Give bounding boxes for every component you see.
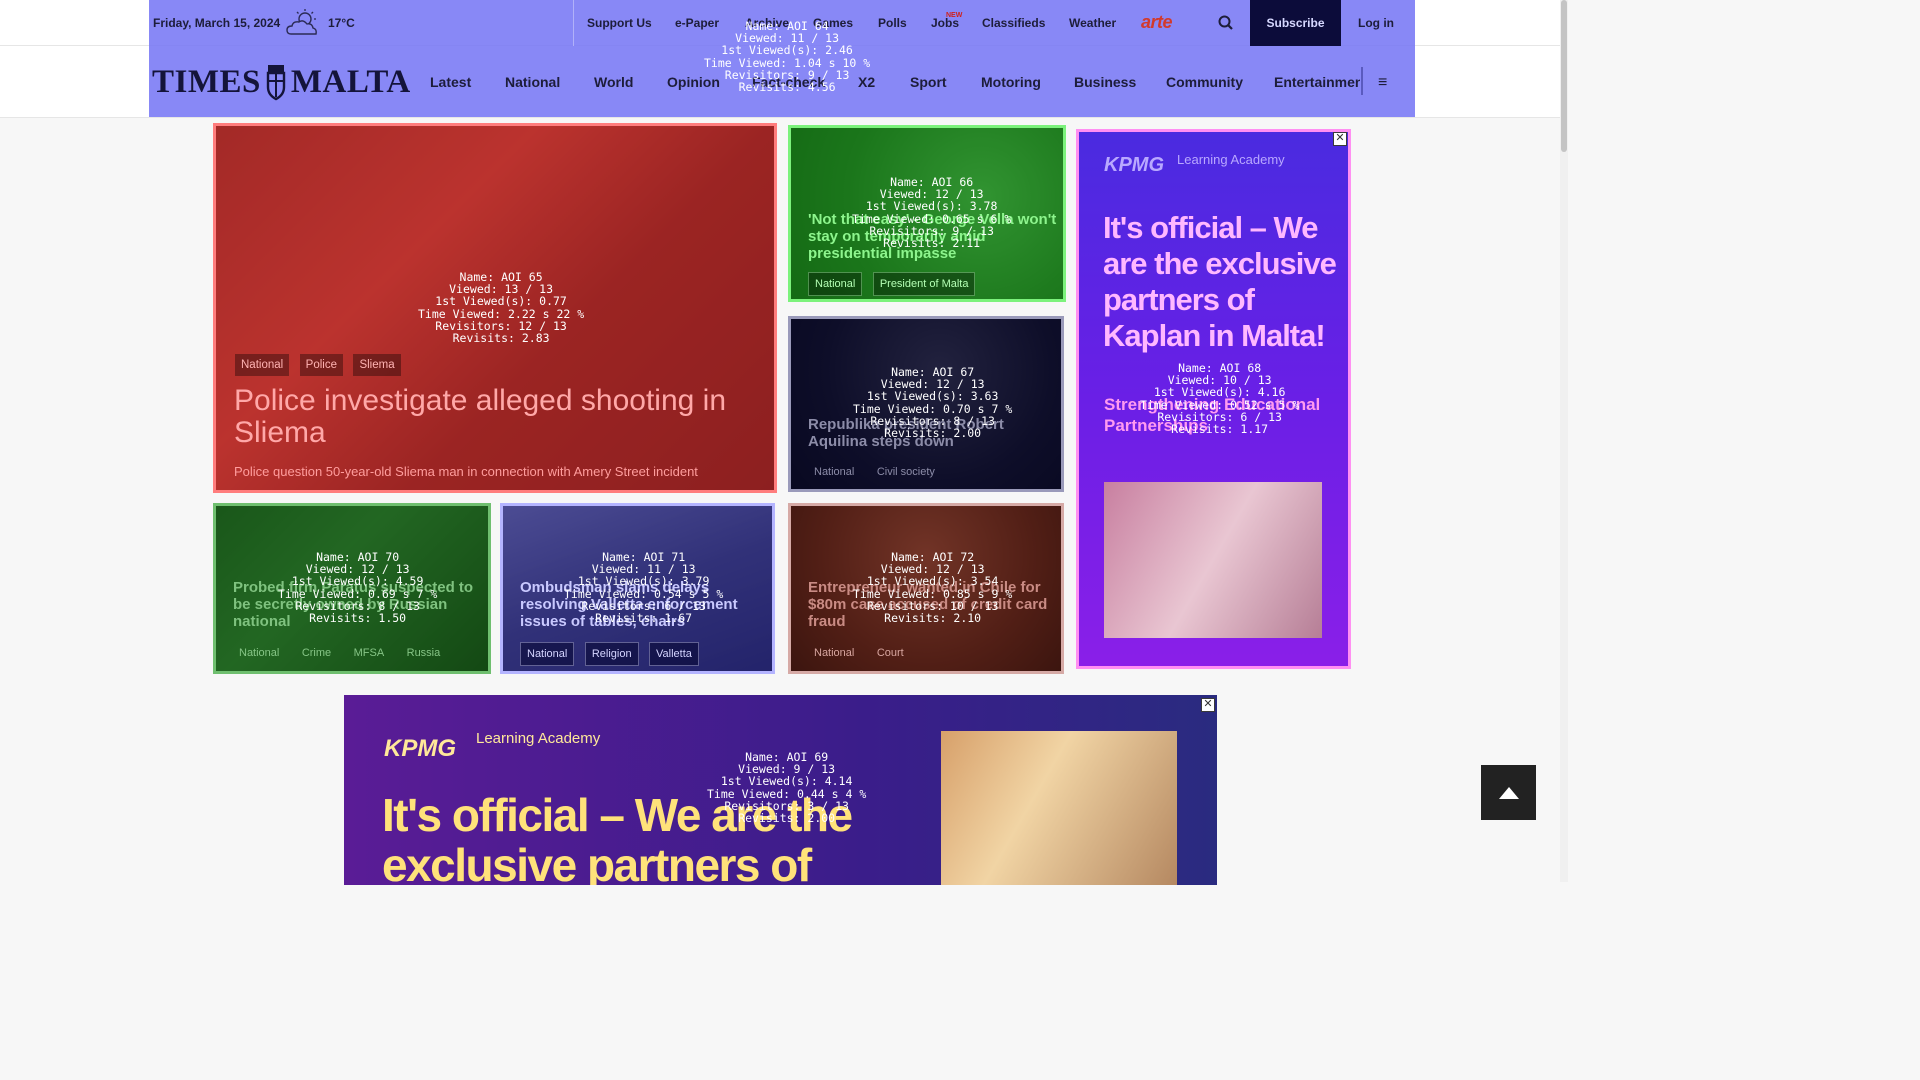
story-card-ombudsman[interactable]: Ombudsman slams delays resolving Vallett… xyxy=(500,503,775,674)
tag[interactable]: Sliema xyxy=(353,354,401,376)
learning-academy-label: Learning Academy xyxy=(1177,152,1285,167)
arte-logo[interactable]: arte xyxy=(1141,12,1173,33)
tag[interactable]: President of Malta xyxy=(872,272,976,296)
story-title[interactable]: Republika president Robert Aquilina step… xyxy=(808,416,1058,450)
story-tags: National Crime MFSA Russia xyxy=(233,642,452,664)
ad-headline: It's official – We are the exclusive par… xyxy=(1103,210,1337,353)
login-link[interactable]: Log in xyxy=(1358,16,1394,30)
nav-latest[interactable]: Latest xyxy=(430,74,471,90)
tag[interactable]: National xyxy=(808,642,860,664)
search-icon[interactable] xyxy=(1216,13,1236,33)
story-subtitle: Police question 50-year-old Sliema man i… xyxy=(234,464,698,479)
partly-cloudy-icon xyxy=(286,9,317,35)
main-story-card[interactable]: National Police Sliema Police investigat… xyxy=(213,123,777,493)
temperature: 17°C xyxy=(328,16,355,30)
tag[interactable]: MFSA xyxy=(348,642,391,664)
classifieds-link[interactable]: Classifieds xyxy=(982,16,1045,30)
tag[interactable]: Crime xyxy=(296,642,337,664)
ad-tagline: Strengthening Educational Partnerships xyxy=(1104,395,1321,435)
kpmg-side-ad[interactable]: KPMG Learning Academy It's official – We… xyxy=(1076,129,1351,669)
story-tags: National Civil society xyxy=(808,461,947,483)
times-of-malta-logo[interactable]: TIMES MALTA xyxy=(152,63,411,101)
nav-world[interactable]: World xyxy=(594,74,633,90)
kpmg-banner-ad[interactable]: KPMG Learning Academy It's official – We… xyxy=(344,695,1217,885)
logo-text-malta: MALTA xyxy=(290,63,411,100)
nav-opinion[interactable]: Opinion xyxy=(667,74,720,90)
tag[interactable]: Civil society xyxy=(871,461,941,483)
tag[interactable]: National xyxy=(808,272,863,296)
nav-business[interactable]: Business xyxy=(1074,74,1136,90)
tag[interactable]: National xyxy=(520,642,575,666)
ad-image xyxy=(941,731,1177,885)
nav-divider xyxy=(1361,67,1363,95)
epaper-link[interactable]: e-Paper xyxy=(675,16,719,30)
tag[interactable]: Valletta xyxy=(649,642,699,666)
nav-x2[interactable]: X2 xyxy=(858,74,875,90)
close-icon[interactable]: ✕ xyxy=(1201,698,1215,712)
nav-entertainment[interactable]: Entertainment xyxy=(1274,74,1360,90)
tag[interactable]: Russia xyxy=(401,642,447,664)
nav-motoring[interactable]: Motoring xyxy=(981,74,1041,90)
tag[interactable]: National xyxy=(808,461,860,483)
tag[interactable]: Court xyxy=(871,642,910,664)
learning-academy-label: Learning Academy xyxy=(476,730,601,747)
weather-link[interactable]: Weather xyxy=(1069,16,1116,30)
close-icon[interactable]: ✕ xyxy=(1333,132,1347,146)
story-tags: National Religion Valletta xyxy=(520,642,705,666)
tag[interactable]: Police xyxy=(299,354,343,376)
story-card-vella[interactable]: 'Not that easy' - George Vella won't sta… xyxy=(788,125,1066,302)
arrow-up-icon xyxy=(1498,786,1519,799)
nav-national[interactable]: National xyxy=(505,74,560,90)
story-title[interactable]: 'Not that easy' - George Vella won't sta… xyxy=(808,211,1058,262)
story-tags: National President of Malta xyxy=(808,272,981,296)
games-link[interactable]: Games xyxy=(813,16,853,30)
story-card-republika[interactable]: Republika president Robert Aquilina step… xyxy=(788,316,1064,492)
archive-link[interactable]: Archive xyxy=(745,16,789,30)
story-tags: National Police Sliema xyxy=(235,354,407,376)
header-divider xyxy=(573,0,574,46)
story-title[interactable]: Probed firm Paratus suspected to be secr… xyxy=(233,579,478,630)
polls-link[interactable]: Polls xyxy=(878,16,907,30)
kpmg-logo: KPMG xyxy=(384,735,456,762)
story-tags: National Court xyxy=(808,642,916,664)
tag[interactable]: Religion xyxy=(584,642,639,666)
kpmg-logo: KPMG xyxy=(1104,154,1164,176)
logo-text-times: TIMES xyxy=(152,63,261,100)
jobs-new-badge: NEW xyxy=(946,12,963,19)
ad-headline: It's official – We are the exclusive par… xyxy=(382,789,853,885)
current-date: Friday, March 15, 2024 xyxy=(153,16,281,30)
scroll-to-top-button[interactable] xyxy=(1481,765,1536,820)
scrollbar-thumb[interactable] xyxy=(1561,0,1567,152)
story-title[interactable]: Ombudsman slams delays resolving Vallett… xyxy=(520,579,760,630)
crest-icon xyxy=(266,65,286,101)
nav-sport[interactable]: Sport xyxy=(910,74,947,90)
ad-image xyxy=(1104,482,1322,638)
story-title[interactable]: Entrepreneur wanted in Chile for $80m ca… xyxy=(808,579,1048,630)
story-card-paratus[interactable]: Probed firm Paratus suspected to be secr… xyxy=(213,503,491,674)
story-card-chile[interactable]: Entrepreneur wanted in Chile for $80m ca… xyxy=(788,503,1064,674)
support-us-link[interactable]: Support Us xyxy=(587,16,652,30)
nav-community[interactable]: Community xyxy=(1166,74,1243,90)
nav-fact-check[interactable]: Fact-check xyxy=(752,74,825,90)
tag[interactable]: National xyxy=(235,354,290,376)
subscribe-button[interactable]: Subscribe xyxy=(1250,0,1341,46)
hamburger-menu-icon[interactable]: ≡ xyxy=(1378,74,1387,92)
tag[interactable]: National xyxy=(233,642,285,664)
story-title[interactable]: Police investigate alleged shooting in S… xyxy=(234,385,754,449)
